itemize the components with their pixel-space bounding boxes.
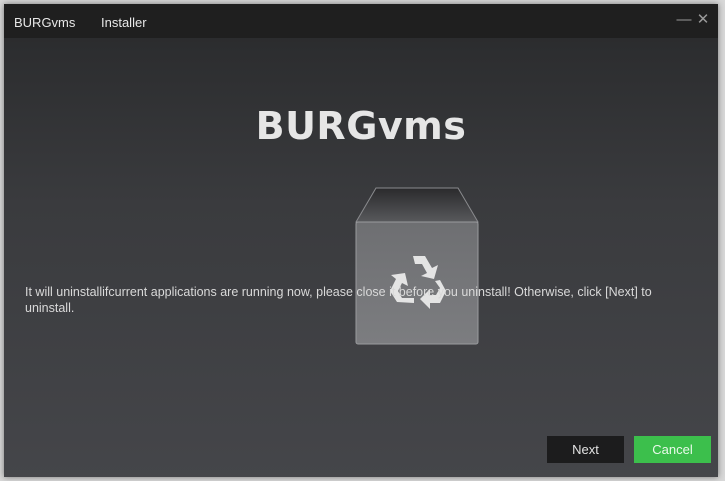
minimize-button[interactable]: — — [675, 10, 693, 30]
window-subtitle: Installer — [101, 15, 147, 30]
uninstall-message: It will uninstallifcurrent applications … — [25, 285, 652, 315]
close-icon: ✕ — [696, 11, 710, 28]
minimize-icon: — — [676, 11, 692, 28]
product-logo-text: BURGvms — [255, 104, 467, 148]
title-bar[interactable]: BURGvms Installer — ✕ — [4, 4, 718, 38]
installer-window: BURGvms Installer — ✕ BURGvms It will un… — [4, 4, 718, 477]
recycle-bin-icon — [355, 187, 479, 345]
cancel-button[interactable]: Cancel — [634, 436, 711, 463]
close-button[interactable]: ✕ — [694, 10, 712, 30]
app-name: BURGvms — [14, 15, 76, 30]
next-button[interactable]: Next — [547, 436, 624, 463]
